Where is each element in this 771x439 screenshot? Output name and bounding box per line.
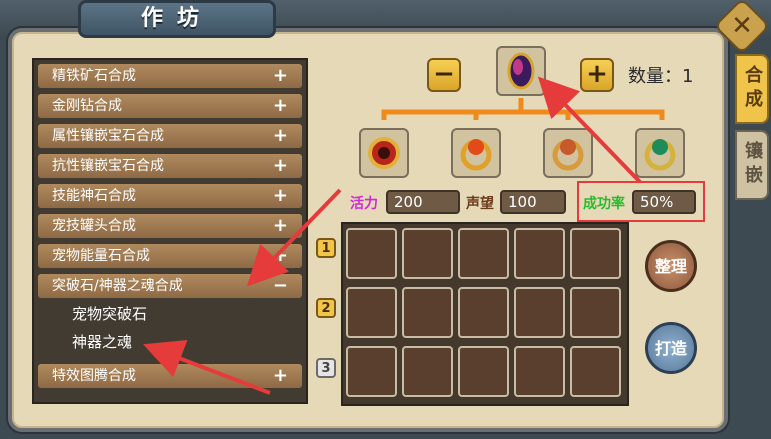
expand-icon[interactable]: + xyxy=(273,364,288,388)
recipe-label: 突破石/神器之魂合成 xyxy=(52,278,183,294)
inventory-slot[interactable] xyxy=(570,287,621,338)
row-number-badge: 1 xyxy=(316,238,336,258)
ember-ring-icon xyxy=(552,139,584,171)
inventory-slot[interactable] xyxy=(402,287,453,338)
forge-button[interactable]: 打造 xyxy=(645,322,697,374)
sort-button[interactable]: 整理 xyxy=(645,240,697,292)
recipe-item[interactable]: 精铁矿石合成 + xyxy=(38,64,302,88)
result-item-slot[interactable] xyxy=(496,46,546,96)
recipe-label: 特效图腾合成 xyxy=(52,368,136,384)
sub-item-pet-breakthrough-stone[interactable]: 宠物突破石 xyxy=(72,302,147,326)
expand-icon[interactable]: + xyxy=(273,154,288,178)
expand-icon[interactable]: + xyxy=(273,214,288,238)
recipe-item[interactable]: 宠物能量石合成 + xyxy=(38,244,302,268)
recipe-item[interactable]: 属性镶嵌宝石合成 + xyxy=(38,124,302,148)
decrease-quantity-button[interactable]: − xyxy=(427,58,461,92)
inventory-slot[interactable] xyxy=(402,346,453,397)
material-slot[interactable] xyxy=(635,128,685,178)
reputation-value: 100 xyxy=(500,190,566,214)
inventory-grid xyxy=(341,222,629,406)
sub-item-artifact-soul[interactable]: 神器之魂 xyxy=(72,330,132,354)
quantity-value: 1 xyxy=(682,66,694,87)
recipe-label: 金刚钻合成 xyxy=(52,98,122,114)
inventory-slot[interactable] xyxy=(346,287,397,338)
inventory-slot[interactable] xyxy=(514,346,565,397)
inventory-slot[interactable] xyxy=(514,287,565,338)
expand-icon[interactable]: + xyxy=(273,124,288,148)
quantity-label: 数量： xyxy=(628,66,682,87)
recipe-label: 精铁矿石合成 xyxy=(52,68,136,84)
soul-gem-icon xyxy=(507,52,535,90)
recipe-label: 属性镶嵌宝石合成 xyxy=(52,128,164,144)
inventory-slot[interactable] xyxy=(346,228,397,279)
wrench-cross-icon: ✕ xyxy=(731,11,753,41)
recipe-label: 宠技罐头合成 xyxy=(52,218,136,234)
recipe-item-expanded[interactable]: 突破石/神器之魂合成 − xyxy=(38,274,302,298)
tab-inlay[interactable]: 镶嵌 xyxy=(735,130,769,200)
inventory-slot[interactable] xyxy=(570,346,621,397)
material-slot[interactable] xyxy=(543,128,593,178)
material-slot[interactable] xyxy=(451,128,501,178)
increase-quantity-button[interactable]: + xyxy=(580,58,614,92)
jade-ring-icon xyxy=(644,139,676,171)
inventory-slot[interactable] xyxy=(458,346,509,397)
recipe-item[interactable]: 特效图腾合成 + xyxy=(38,364,302,388)
recipe-item[interactable]: 宠技罐头合成 + xyxy=(38,214,302,238)
red-ring-icon xyxy=(368,137,400,169)
inventory-slot[interactable] xyxy=(458,228,509,279)
recipe-item[interactable]: 金刚钻合成 + xyxy=(38,94,302,118)
tab-synthesis[interactable]: 合成 xyxy=(735,54,769,124)
expand-icon[interactable]: + xyxy=(273,64,288,88)
inventory-slot[interactable] xyxy=(402,228,453,279)
inventory-slot[interactable] xyxy=(514,228,565,279)
expand-icon[interactable]: + xyxy=(273,94,288,118)
vitality-label: 活力 xyxy=(350,196,378,212)
recipe-label: 技能神石合成 xyxy=(52,188,136,204)
inventory-slot[interactable] xyxy=(570,228,621,279)
row-number-badge: 2 xyxy=(316,298,336,318)
vitality-value: 200 xyxy=(386,190,460,214)
highlight-box xyxy=(577,181,705,222)
inventory-slot[interactable] xyxy=(458,287,509,338)
recipe-list: 精铁矿石合成 + 金刚钻合成 + 属性镶嵌宝石合成 + 抗性镶嵌宝石合成 + 技能神石合… xyxy=(32,58,308,404)
row-number-badge: 3 xyxy=(316,358,336,378)
quantity-display: 数量：1 xyxy=(628,62,693,88)
material-slot[interactable] xyxy=(359,128,409,178)
expand-icon[interactable]: + xyxy=(273,244,288,268)
recipe-item[interactable]: 抗性镶嵌宝石合成 + xyxy=(38,154,302,178)
expand-icon[interactable]: + xyxy=(273,184,288,208)
inventory-slot[interactable] xyxy=(346,346,397,397)
recipe-item[interactable]: 技能神石合成 + xyxy=(38,184,302,208)
reputation-label: 声望 xyxy=(466,196,494,212)
recipe-label: 抗性镶嵌宝石合成 xyxy=(52,158,164,174)
collapse-icon[interactable]: − xyxy=(273,274,288,298)
page-title: 作坊 xyxy=(78,0,276,38)
fire-ring-icon xyxy=(460,139,492,171)
recipe-label: 宠物能量石合成 xyxy=(52,248,150,264)
